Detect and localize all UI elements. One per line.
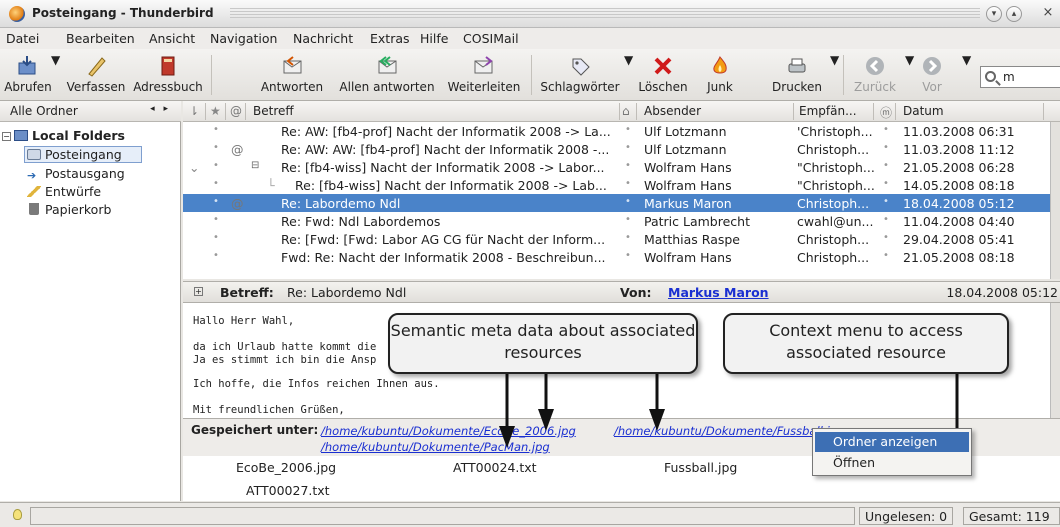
arrowhead <box>499 426 515 448</box>
arrowhead <box>538 409 554 431</box>
callout-context-menu: Context menu to access associated resour… <box>723 313 1009 374</box>
menu-open[interactable]: Öffnen <box>815 453 969 473</box>
context-menu: Ordner anzeigen Öffnen <box>812 428 972 476</box>
callout-meta-data: Semantic meta data about associated reso… <box>388 313 698 374</box>
arrowhead <box>649 409 665 431</box>
menu-show-folder[interactable]: Ordner anzeigen <box>815 432 969 452</box>
